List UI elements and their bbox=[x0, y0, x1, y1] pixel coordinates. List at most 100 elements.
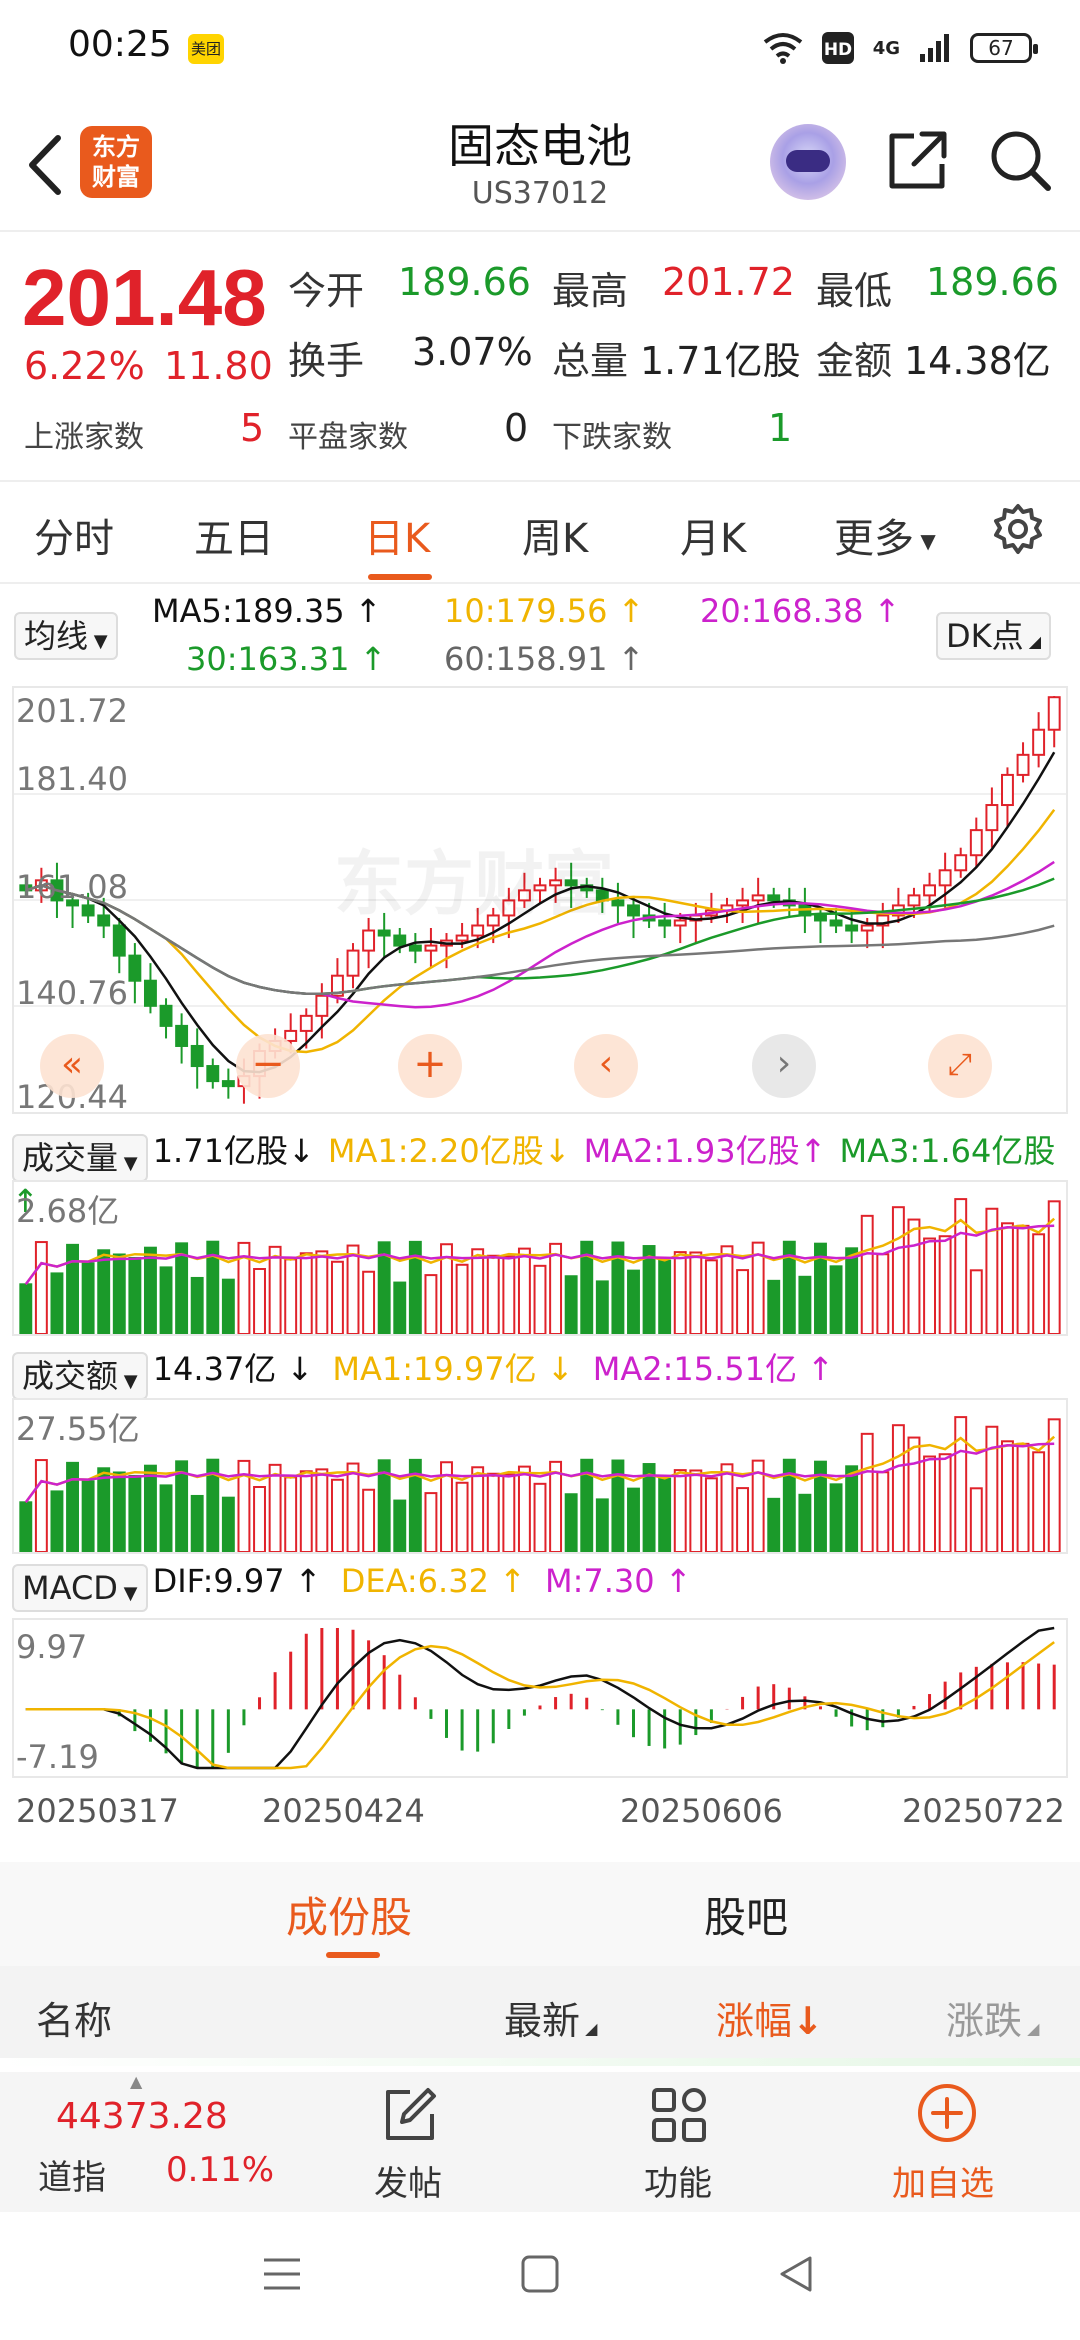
tab-monthly-k[interactable]: 月K bbox=[680, 506, 746, 564]
sort-change[interactable]: 涨跌 ◢ bbox=[946, 1990, 1039, 2045]
volume-bar bbox=[860, 1214, 874, 1334]
brand-logo-line1: 东方 bbox=[92, 133, 140, 161]
turnover-label: 换手 bbox=[288, 339, 365, 383]
zoom-in-button[interactable]: + bbox=[398, 1034, 462, 1098]
candle-body bbox=[159, 1004, 173, 1027]
scroll-right-button[interactable]: › bbox=[752, 1034, 816, 1098]
amount-value-text: 14.37亿 bbox=[152, 1350, 277, 1388]
index-ticker[interactable]: ▲ 44373.28 道指 0.11% bbox=[0, 2072, 274, 2212]
amount-bar bbox=[517, 1465, 531, 1552]
open-value: 189.66 bbox=[398, 260, 531, 304]
dropdown-triangle-icon: ▼ bbox=[88, 631, 108, 652]
home-square-icon[interactable] bbox=[520, 2254, 560, 2294]
volume-ma1: MA1:2.20亿股↓ bbox=[327, 1132, 571, 1170]
candle-body bbox=[299, 1014, 313, 1032]
candle-body bbox=[969, 829, 983, 857]
date-label: 20250606 bbox=[620, 1792, 783, 1830]
volume-bar bbox=[128, 1256, 142, 1334]
candle-body bbox=[938, 869, 952, 887]
amount-bar bbox=[502, 1473, 516, 1552]
kline-chart[interactable]: 201.72 181.40 161.08 140.76 120.44 东方财富 … bbox=[12, 686, 1068, 1116]
down-count-label: 下跌家数 bbox=[552, 420, 672, 455]
battery-icon: 67 bbox=[970, 33, 1038, 63]
sort-change-pct[interactable]: 涨幅↓ bbox=[716, 1990, 824, 2045]
volume-bar bbox=[315, 1250, 329, 1334]
ma5-text: MA5:189.35 bbox=[152, 592, 345, 630]
add-watchlist-button[interactable]: 加自选 bbox=[872, 2072, 1022, 2212]
candle-body bbox=[175, 1024, 189, 1047]
ai-assistant-avatar[interactable] bbox=[770, 124, 846, 200]
volume-bar bbox=[143, 1246, 157, 1334]
macd-m-text: M:7.30 bbox=[545, 1562, 655, 1600]
back-triangle-icon[interactable] bbox=[776, 2254, 816, 2294]
sort-latest[interactable]: 最新 ◢ bbox=[504, 1990, 597, 2045]
share-button[interactable] bbox=[884, 128, 950, 194]
quote-panel: 201.48 6.22% 11.80 今开 189.66 最高 201.72 最… bbox=[0, 232, 1080, 482]
volume-bar bbox=[798, 1275, 812, 1334]
amount-bar bbox=[767, 1497, 781, 1552]
turnover-value: 3.07% bbox=[412, 330, 533, 374]
macd-selector[interactable]: MACD ▼ bbox=[12, 1563, 148, 1612]
volume-bar bbox=[486, 1254, 500, 1334]
volume-ma3-text: MA3:1.64亿股 bbox=[839, 1132, 1056, 1170]
volume-bar bbox=[673, 1251, 687, 1334]
volume-bar bbox=[907, 1218, 921, 1334]
scroll-left-button[interactable]: ‹ bbox=[574, 1034, 638, 1098]
tab-weekly-k[interactable]: 周K bbox=[522, 506, 588, 564]
amount-bar bbox=[891, 1424, 905, 1552]
volume-selector-label: 成交量 bbox=[22, 1138, 119, 1177]
volume-bar bbox=[517, 1247, 531, 1334]
amount-bar bbox=[143, 1464, 157, 1552]
search-button[interactable] bbox=[988, 128, 1054, 194]
low-label: 最低 bbox=[816, 269, 893, 313]
back-arrow-icon bbox=[29, 135, 61, 195]
amount-bar bbox=[393, 1499, 407, 1552]
amount-ma1: MA1:19.97亿 ↓ bbox=[332, 1350, 574, 1388]
sort-latest-label: 最新 bbox=[504, 1999, 581, 2043]
menu-icon[interactable] bbox=[262, 2256, 302, 2292]
macd-selector-label: MACD bbox=[22, 1568, 118, 1607]
watermark: 东方财富 bbox=[334, 843, 614, 925]
dk-point-button[interactable]: DK点 ◢ bbox=[936, 612, 1052, 660]
volume-bar bbox=[34, 1241, 48, 1334]
active-tab-indicator bbox=[326, 1952, 380, 1958]
zoom-out-button[interactable]: − bbox=[236, 1034, 300, 1098]
functions-button[interactable]: 功能 bbox=[604, 2072, 754, 2212]
ma30-text: 30:163.31 bbox=[186, 640, 350, 678]
macd-chart[interactable]: 9.97 -7.19 bbox=[12, 1618, 1068, 1778]
amount-bar bbox=[175, 1460, 189, 1552]
wifi-icon bbox=[763, 33, 802, 64]
tab-stock-forum[interactable]: 股吧 bbox=[704, 1884, 788, 1945]
scroll-to-start-button[interactable]: « bbox=[40, 1034, 104, 1098]
volume-selector[interactable]: 成交量 ▼ bbox=[12, 1133, 148, 1182]
tab-five-day[interactable]: 五日 bbox=[194, 506, 274, 564]
amount-selector[interactable]: 成交额 ▼ bbox=[12, 1351, 148, 1400]
volume-bar bbox=[985, 1207, 999, 1334]
post-button[interactable]: 发帖 bbox=[334, 2072, 484, 2212]
candle-body bbox=[751, 894, 765, 902]
volume-chart[interactable]: 2.68亿 bbox=[12, 1180, 1068, 1336]
volume-ma2: MA2:1.93亿股↑ bbox=[583, 1132, 827, 1170]
list-separator bbox=[0, 2058, 1080, 2066]
indicator-selector[interactable]: 均线 ▼ bbox=[14, 612, 118, 660]
volume-bar bbox=[938, 1235, 952, 1334]
amount-chart[interactable]: 27.55亿 bbox=[12, 1398, 1068, 1554]
candle-body bbox=[81, 904, 95, 917]
back-button[interactable] bbox=[20, 130, 70, 200]
volume-bar bbox=[627, 1269, 640, 1334]
add-circle-icon bbox=[918, 2084, 976, 2142]
tab-constituents[interactable]: 成份股 bbox=[286, 1884, 412, 1945]
amount-bar bbox=[704, 1477, 718, 1552]
amount-bar bbox=[362, 1488, 376, 1552]
candle-body bbox=[985, 804, 999, 832]
network-type: 4G bbox=[872, 37, 900, 59]
tab-more[interactable]: 更多 ▼ bbox=[834, 506, 936, 564]
tab-daily-k[interactable]: 日K bbox=[364, 506, 430, 564]
amount-bar bbox=[658, 1477, 672, 1552]
sort-icon: ◢ bbox=[1022, 2019, 1040, 2038]
tab-intraday[interactable]: 分时 bbox=[34, 506, 114, 564]
amount-bar bbox=[549, 1460, 563, 1552]
fullscreen-button[interactable]: ⤢ bbox=[928, 1034, 992, 1098]
volume-axis-top: 2.68亿 bbox=[16, 1192, 120, 1230]
chart-settings-button[interactable] bbox=[990, 502, 1046, 562]
